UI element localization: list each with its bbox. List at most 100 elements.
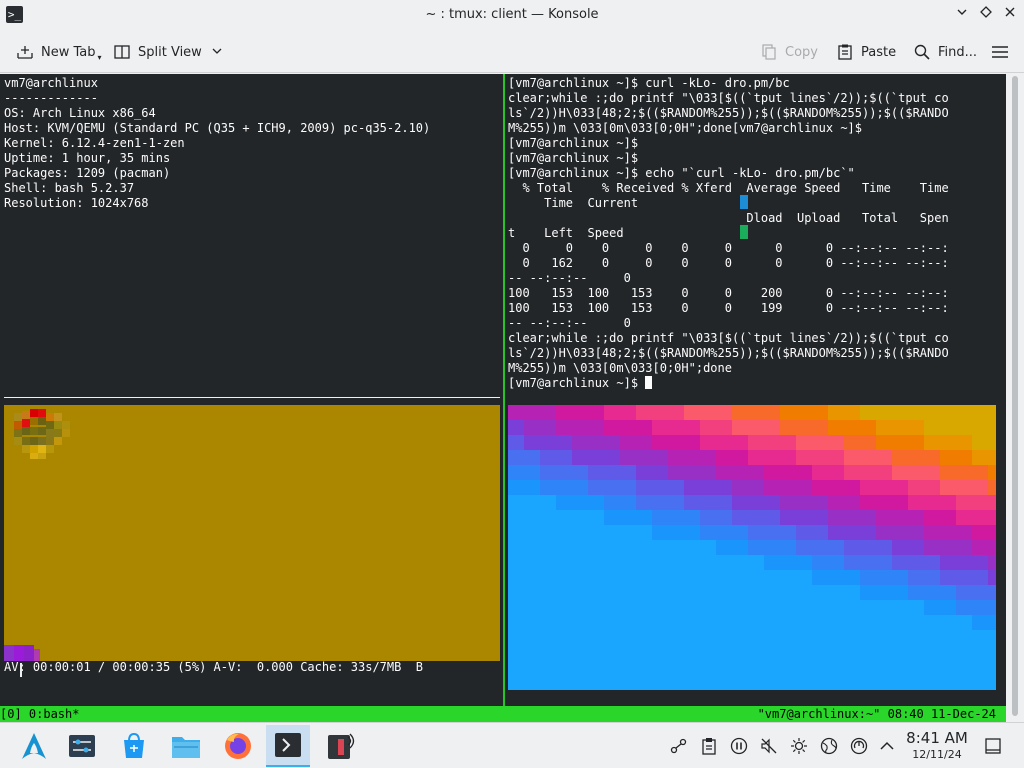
noise-block xyxy=(876,570,892,585)
noise-block xyxy=(892,420,908,435)
noise-block xyxy=(972,420,988,435)
noise-block xyxy=(780,495,796,510)
noise-block xyxy=(588,615,604,630)
noise-block xyxy=(828,435,844,450)
task-discover[interactable] xyxy=(112,725,156,767)
noise-block xyxy=(652,540,668,555)
noise-block xyxy=(684,510,700,525)
noise-block xyxy=(716,465,732,480)
noise-block xyxy=(972,465,988,480)
noise-block xyxy=(940,465,956,480)
clock-time[interactable]: 8:41 AM xyxy=(902,729,972,747)
noise-block xyxy=(556,540,572,555)
noise-block xyxy=(604,420,620,435)
noise-block xyxy=(700,675,716,690)
noise-block xyxy=(780,585,796,600)
update-icon[interactable] xyxy=(848,735,870,757)
noise-block xyxy=(540,420,556,435)
find-button[interactable]: Find... xyxy=(913,39,977,65)
minimize-button[interactable] xyxy=(952,5,972,25)
noise-block xyxy=(652,645,668,660)
noise-block xyxy=(604,585,620,600)
discover-store-icon xyxy=(124,732,144,758)
noise-block xyxy=(844,525,860,540)
noise-block xyxy=(716,525,732,540)
pane-vertical-divider[interactable] xyxy=(503,74,505,706)
split-view-button[interactable]: Split View xyxy=(113,39,222,65)
noise-block xyxy=(812,420,828,435)
chevron-down-icon[interactable] xyxy=(212,45,222,60)
noise-block xyxy=(812,495,828,510)
noise-block xyxy=(796,660,812,675)
task-firefox[interactable] xyxy=(216,725,260,767)
task-system-settings[interactable] xyxy=(60,725,104,767)
noise-block xyxy=(812,465,828,480)
noise-block xyxy=(844,585,860,600)
noise-block xyxy=(652,600,668,615)
terminal-view[interactable]: vm7@archlinux ------------- OS: Arch Linux… xyxy=(0,74,1006,722)
hamburger-menu-button[interactable] xyxy=(991,39,1016,65)
noise-block xyxy=(652,495,668,510)
noise-block xyxy=(700,630,716,645)
volume-muted-icon[interactable] xyxy=(758,735,780,757)
noise-block xyxy=(956,495,972,510)
terminal-line: ls`/2))H\033[48;2;$(($RANDOM%255));$(($R… xyxy=(508,106,949,120)
noise-block xyxy=(860,405,876,420)
noise-block xyxy=(620,660,636,675)
noise-block xyxy=(540,450,556,465)
clock-date[interactable]: 12/11/24 xyxy=(902,748,972,761)
show-desktop-icon[interactable] xyxy=(982,735,1004,757)
terminal-line: Kernel: 6.12.4-zen1-1-zen xyxy=(4,136,185,150)
noise-block xyxy=(652,585,668,600)
noise-block xyxy=(716,675,732,690)
noise-block xyxy=(636,525,652,540)
noise-block xyxy=(748,450,764,465)
noise-block xyxy=(764,615,780,630)
noise-block xyxy=(668,420,684,435)
copy-button[interactable]: Copy xyxy=(760,39,818,65)
terminal-scrollbar[interactable] xyxy=(1006,74,1024,722)
chevron-up-icon[interactable] xyxy=(876,735,898,757)
globe-icon[interactable] xyxy=(818,735,840,757)
noise-block xyxy=(684,525,700,540)
maximize-button[interactable] xyxy=(976,5,996,25)
task-media-player[interactable] xyxy=(320,725,364,767)
noise-block xyxy=(524,480,540,495)
close-button[interactable] xyxy=(1000,5,1020,25)
noise-block xyxy=(524,615,540,630)
noise-block xyxy=(764,540,780,555)
tmux-window-list[interactable]: [0] 0:bash* xyxy=(0,707,79,721)
new-tab-button[interactable]: New Tab ▾ xyxy=(16,39,102,65)
clipboard-icon[interactable] xyxy=(698,735,720,757)
noise-block xyxy=(796,435,812,450)
noise-block xyxy=(620,420,636,435)
noise-block xyxy=(908,630,924,645)
noise-block xyxy=(812,600,828,615)
network-icon[interactable] xyxy=(668,735,690,757)
noise-block xyxy=(700,660,716,675)
noise-block xyxy=(588,465,604,480)
task-file-manager[interactable] xyxy=(164,725,208,767)
task-konsole[interactable] xyxy=(266,725,310,767)
noise-block xyxy=(876,480,892,495)
noise-block xyxy=(652,420,668,435)
noise-block xyxy=(812,435,828,450)
brightness-icon[interactable] xyxy=(788,735,810,757)
noise-block xyxy=(588,570,604,585)
pane-horizontal-divider[interactable] xyxy=(4,397,500,398)
noise-block xyxy=(540,510,556,525)
noise-block xyxy=(796,420,812,435)
noise-block xyxy=(556,585,572,600)
noise-block xyxy=(844,465,860,480)
pane-top-left[interactable]: vm7@archlinux ------------- OS: Arch Linux… xyxy=(4,76,500,211)
noise-block xyxy=(972,645,988,660)
pane-top-right[interactable]: [vm7@archlinux ~]$ curl -kLo- dro.pm/bc c… xyxy=(508,76,1004,391)
scrollbar-thumb[interactable] xyxy=(1012,76,1018,716)
terminal-line: [vm7@archlinux ~]$ xyxy=(508,376,1004,391)
pause-icon[interactable] xyxy=(728,735,750,757)
noise-block xyxy=(636,405,652,420)
noise-block xyxy=(940,615,956,630)
noise-block xyxy=(700,495,716,510)
paste-button[interactable]: Paste xyxy=(836,39,896,65)
application-launcher[interactable] xyxy=(12,725,56,767)
